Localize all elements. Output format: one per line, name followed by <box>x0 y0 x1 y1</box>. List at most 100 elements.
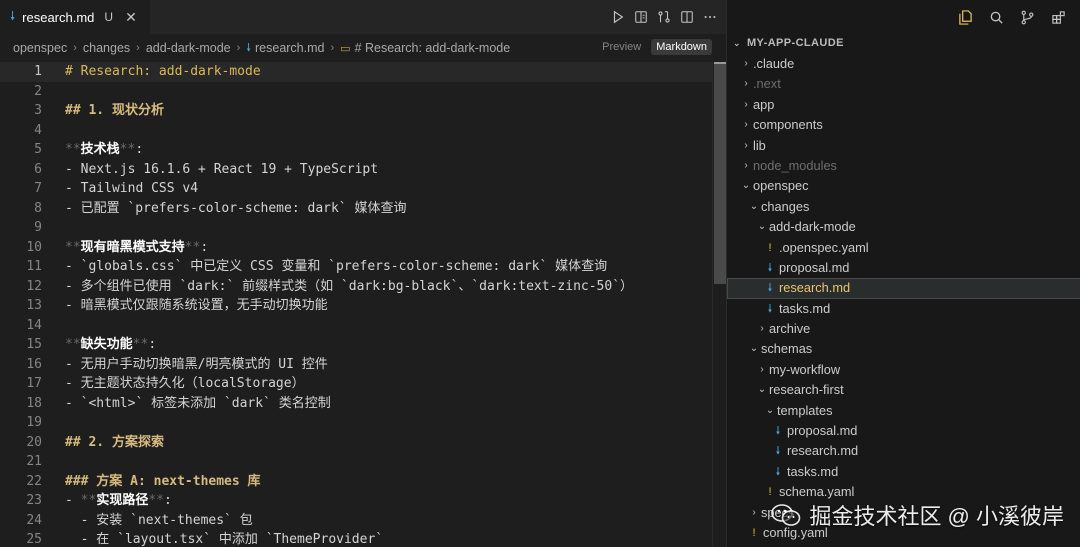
editor-pane: 🠗 research.md U ✕ openspec › changes › a… <box>0 0 726 547</box>
code-line[interactable]: 11 - `globals.css` 中已定义 CSS 变量和 `prefers-… <box>0 257 712 277</box>
tree-folder[interactable]: › .next <box>727 74 1080 94</box>
tree-item-label: lib <box>753 137 766 153</box>
run-icon[interactable] <box>609 9 626 26</box>
tree-folder[interactable]: ⌄ research-first <box>727 380 1080 400</box>
code-line[interactable]: 22 ### 方案 A: next-themes 库 <box>0 472 712 492</box>
markdown-file-icon: 🠗 <box>246 41 251 54</box>
tree-folder[interactable]: ⌄ schemas <box>727 339 1080 359</box>
line-number: 22 <box>26 473 42 489</box>
tree-file[interactable]: ! .openspec.yaml <box>727 238 1080 258</box>
breadcrumb-item[interactable]: # Research: add-dark-mode <box>355 41 511 55</box>
breadcrumb-item[interactable]: research.md <box>255 41 324 55</box>
activity-actions <box>727 0 1080 34</box>
explorer-section-header[interactable]: ⌄ MY-APP-CLAUDE <box>727 33 1080 53</box>
code-line[interactable]: 24 - 安装 `next-themes` 包 <box>0 511 712 531</box>
tree-folder[interactable]: › .claude <box>727 54 1080 74</box>
line-text: - 已配置 `prefers-color-scheme: dark` 媒体查询 <box>42 199 406 219</box>
tree-file[interactable]: 🠗 proposal.md <box>727 258 1080 278</box>
tree-file[interactable]: 🠗 tasks.md <box>727 462 1080 482</box>
token: : <box>163 493 172 508</box>
tab-title: research.md <box>22 9 95 25</box>
preview-toggle[interactable]: Preview <box>598 39 645 55</box>
tree-folder[interactable]: › node_modules <box>727 156 1080 176</box>
token: - 安装 `next-themes` 包 <box>65 512 253 528</box>
code-line[interactable]: 7 - Tailwind CSS v4 <box>0 179 712 199</box>
search-icon[interactable] <box>988 9 1004 25</box>
code-line[interactable]: 1 # Research: add-dark-mode <box>0 62 712 82</box>
open-preview-icon[interactable] <box>632 9 649 26</box>
chevron-right-icon: › <box>73 42 77 54</box>
chevron-right-icon: › <box>236 42 241 54</box>
breadcrumb-item[interactable]: openspec <box>13 41 67 55</box>
editor-scrollbar[interactable] <box>712 62 726 547</box>
breadcrumb-item[interactable]: changes <box>83 41 130 55</box>
code-line[interactable]: 10 **现有暗黑模式支持**: <box>0 238 712 258</box>
code-line[interactable]: 8 - 已配置 `prefers-color-scheme: dark` 媒体查询 <box>0 199 712 219</box>
code-line[interactable]: 18 - `<html>` 标签未添加 `dark` 类名控制 <box>0 394 712 414</box>
tree-file[interactable]: 🠗 tasks.md <box>727 299 1080 319</box>
split-editor-icon[interactable] <box>678 9 695 26</box>
close-icon[interactable]: ✕ <box>125 9 137 26</box>
token: ### 方案 A: next-themes 库 <box>65 473 261 489</box>
file-tree: › .claude › .next › app › components › lib › node_m… <box>727 54 1080 543</box>
line-text: - `globals.css` 中已定义 CSS 变量和 `prefers-co… <box>42 257 607 277</box>
tree-folder[interactable]: ⌄ templates <box>727 401 1080 421</box>
code-line[interactable]: 9 <box>0 218 712 238</box>
code-area[interactable]: 1 # Research: add-dark-mode 2 3 ## 1. 现状分析 4 5… <box>0 62 712 547</box>
tree-folder[interactable]: › components <box>727 115 1080 135</box>
line-text: - 无主题状态持久化（localStorage） <box>42 374 305 394</box>
code-line[interactable]: 13 - 暗黑模式仅跟随系统设置，无手动切换功能 <box>0 296 712 316</box>
code-line[interactable]: 23- **实现路径**: <box>0 491 712 511</box>
code-line[interactable]: 2 <box>0 82 712 102</box>
compare-changes-icon[interactable] <box>655 9 672 26</box>
token: # Research: add-dark-mode <box>65 64 261 79</box>
tree-item-label: add-dark-mode <box>769 219 856 235</box>
tree-folder[interactable]: ⌄ openspec <box>727 176 1080 196</box>
line-text: **缺失功能**: <box>42 335 156 355</box>
extensions-icon[interactable] <box>1050 9 1066 25</box>
token: : <box>148 337 157 352</box>
code-line[interactable]: 25 - 在 `layout.tsx` 中添加 `ThemeProvider` <box>0 530 712 547</box>
scrollbar-thumb[interactable] <box>714 62 726 284</box>
code-line[interactable]: 19 <box>0 413 712 433</box>
code-line[interactable]: 6 - Next.js 16.1.6 + React 19 + TypeScrip… <box>0 160 712 180</box>
line-number: 12 <box>26 278 42 294</box>
line-number: 10 <box>26 239 42 255</box>
source-control-icon[interactable] <box>1019 9 1035 25</box>
code-line[interactable]: 17 - 无主题状态持久化（localStorage） <box>0 374 712 394</box>
markdown-toggle[interactable]: Markdown <box>651 39 712 55</box>
line-number: 11 <box>26 259 42 274</box>
chevron-right-icon: › <box>760 323 764 335</box>
code-line[interactable]: 5 **技术栈**: <box>0 140 712 160</box>
tree-folder[interactable]: › my-workflow <box>727 360 1080 380</box>
code-line[interactable]: 14 <box>0 316 712 336</box>
token: ** <box>148 493 164 508</box>
line-number: 2 <box>34 83 42 99</box>
code-line[interactable]: 21 <box>0 452 712 472</box>
tree-file[interactable]: 🠗 research.md <box>727 441 1080 461</box>
code-line[interactable]: 15 **缺失功能**: <box>0 335 712 355</box>
code-line[interactable]: 16 - 无用户手动切换暗黑/明亮模式的 UI 控件 <box>0 355 712 375</box>
code-line[interactable]: 4 <box>0 121 712 141</box>
breadcrumb-item[interactable]: add-dark-mode <box>146 41 231 55</box>
tree-folder[interactable]: › app <box>727 95 1080 115</box>
tree-folder[interactable]: › archive <box>727 319 1080 339</box>
tab-bar: 🠗 research.md U ✕ <box>0 0 726 34</box>
files-icon[interactable] <box>957 9 973 25</box>
token: ** <box>65 337 81 352</box>
chevron-right-icon: › <box>760 363 764 375</box>
tree-item-label: proposal.md <box>787 423 858 439</box>
tree-folder[interactable]: ⌄ changes <box>727 197 1080 217</box>
tree-file[interactable]: 🠗 research.md <box>727 278 1080 299</box>
tree-folder[interactable]: ⌄ add-dark-mode <box>727 217 1080 237</box>
code-line[interactable]: 20 ## 2. 方案探索 <box>0 433 712 453</box>
tab-research-md[interactable]: 🠗 research.md U ✕ <box>0 0 150 34</box>
tree-file[interactable]: 🠗 proposal.md <box>727 421 1080 441</box>
code-line[interactable]: 12 - 多个组件已使用 `dark:` 前缀样式类（如 `dark:bg-bla… <box>0 277 712 297</box>
more-actions-icon[interactable] <box>701 9 718 26</box>
line-text: - **实现路径**: <box>42 491 172 511</box>
tree-folder[interactable]: › lib <box>727 136 1080 156</box>
code-line[interactable]: 3 ## 1. 现状分析 <box>0 101 712 121</box>
line-text <box>42 413 65 433</box>
token: - `globals.css` 中已定义 CSS 变量和 `prefers-co… <box>65 259 608 274</box>
